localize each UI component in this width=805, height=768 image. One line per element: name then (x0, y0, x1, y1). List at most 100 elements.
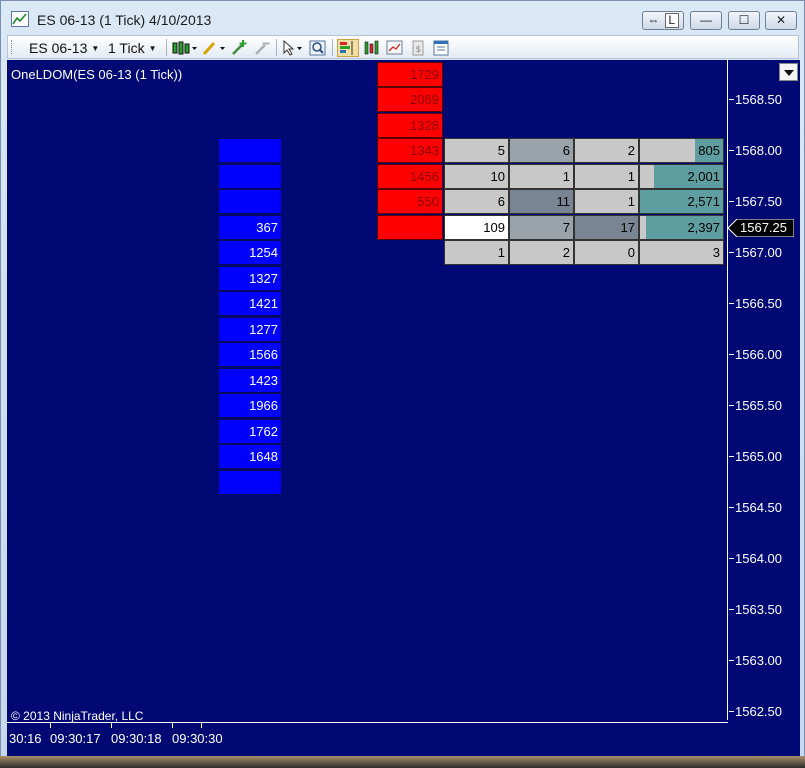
toolbar-separator (332, 39, 333, 56)
price-axis-label: 1565.00 (729, 450, 782, 464)
ask-size-cell[interactable]: 1328 (377, 112, 443, 138)
price-axis-label: 1563.00 (729, 654, 782, 668)
desktop-background-strip (0, 756, 805, 768)
instrument-label: ES 06-13 (29, 40, 88, 56)
price-axis-label: 1567.00 (729, 246, 782, 260)
volume-cell: 109 (444, 214, 509, 240)
close-icon: ✕ (775, 13, 787, 27)
volume-cell: 1 (444, 240, 509, 266)
bid-size-cell[interactable]: 1762 (218, 418, 282, 444)
price-axis-label: 1564.00 (729, 552, 782, 566)
remove-indicator-icon[interactable] (253, 39, 271, 57)
link-label: L (664, 13, 679, 28)
price-axis-label: 1568.50 (729, 93, 782, 107)
maximize-button[interactable]: ☐ (728, 11, 760, 30)
bid-size-cell[interactable] (218, 189, 282, 215)
volume-cell: 2 (574, 138, 639, 164)
ask-size-cell[interactable]: 1456 (377, 163, 443, 189)
ask-size-cell[interactable]: 1729 (377, 61, 443, 87)
price-axis-label: 1566.50 (729, 297, 782, 311)
current-price-label: 1567.25 (740, 220, 787, 235)
bid-size-cell[interactable]: 367 (218, 214, 282, 240)
window-title: ES 06-13 (1 Tick) 4/10/2013 (37, 12, 212, 28)
bid-size-cell[interactable]: 1327 (218, 265, 282, 291)
time-axis-label: 30:16 (9, 731, 42, 746)
link-arrows-icon: ⇔ (647, 13, 660, 27)
dom-icon[interactable] (337, 39, 359, 57)
volume-cell: 5 (444, 138, 509, 164)
volume-cell: 10 (444, 163, 509, 189)
interval-selector[interactable]: 1 Tick ▼ (108, 39, 157, 57)
chevron-down-icon: ▼ (91, 44, 100, 53)
indicator-title: OneLDOM(ES 06-13 (1 Tick)) (11, 67, 183, 82)
chart-menu-button[interactable] (779, 63, 798, 81)
time-axis-tick (172, 723, 173, 728)
ask-size-cell[interactable]: 1343 (377, 138, 443, 164)
bid-size-cell[interactable]: 1423 (218, 367, 282, 393)
link-button[interactable]: ⇔ L (642, 11, 684, 30)
bid-size-cell[interactable]: 1648 (218, 444, 282, 470)
bars-icon[interactable] (363, 39, 381, 57)
ask-size-cell[interactable] (377, 214, 443, 240)
volume-cell: 7 (509, 214, 574, 240)
price-axis-label: 1565.50 (729, 399, 782, 413)
time-axis-tick (201, 723, 202, 728)
bid-size-cell[interactable]: 1966 (218, 393, 282, 419)
volume-cell: 1 (509, 163, 574, 189)
toolbar-separator (276, 39, 277, 56)
add-indicator-icon[interactable] (230, 39, 248, 57)
volume-cell: 1 (574, 189, 639, 215)
price-axis-label: 1564.50 (729, 501, 782, 515)
volume-cell: 6 (509, 138, 574, 164)
instrument-selector[interactable]: ES 06-13 ▼ (29, 39, 99, 57)
data-box-icon[interactable]: $ (409, 39, 427, 57)
time-axis-tick (50, 723, 51, 728)
price-axis-label: 1563.50 (729, 603, 782, 617)
bid-size-cell[interactable]: 1277 (218, 316, 282, 342)
bid-size-cell[interactable]: 1566 (218, 342, 282, 368)
volume-cell: 11 (509, 189, 574, 215)
volume-cell: 1 (574, 163, 639, 189)
total-volume-cell: 2,397 (639, 214, 724, 240)
copyright-text: © 2013 NinjaTrader, LLC (11, 709, 144, 723)
total-volume-cell: 3 (639, 240, 724, 266)
properties-icon[interactable] (432, 39, 450, 57)
bid-size-cell[interactable]: 1421 (218, 291, 282, 317)
chart-panel[interactable]: OneLDOM(ES 06-13 (1 Tick)) 1729 2069 1328 1… (7, 60, 800, 757)
candlestick-icon[interactable] (171, 39, 199, 57)
title-bar[interactable]: ES 06-13 (1 Tick) 4/10/2013 ⇔ L — ☐ ✕ (1, 1, 804, 37)
minimize-icon: — (700, 13, 712, 27)
volume-cell: 6 (444, 189, 509, 215)
chevron-down-icon: ▼ (148, 44, 157, 53)
close-button[interactable]: ✕ (765, 11, 797, 30)
toolbar-separator (166, 39, 167, 56)
pencil-icon[interactable] (201, 39, 227, 57)
price-axis-label: 1568.00 (729, 144, 782, 158)
chart-toolbar: ES 06-13 ▼ 1 Tick ▼ $ (7, 35, 799, 59)
chart-app-icon (11, 11, 29, 27)
time-axis-label: 09:30:17 (50, 731, 101, 746)
chart-style-icon[interactable] (386, 39, 404, 57)
time-axis-label: 09:30:18 (111, 731, 162, 746)
ask-size-cell[interactable]: 2069 (377, 87, 443, 113)
time-axis-label: 09:30:30 (172, 731, 223, 746)
total-volume-cell: 805 (639, 138, 724, 164)
volume-cell: 2 (509, 240, 574, 266)
volume-cell: 0 (574, 240, 639, 266)
cursor-icon[interactable] (281, 39, 305, 57)
total-volume-cell: 2,001 (639, 163, 724, 189)
maximize-icon: ☐ (738, 13, 750, 27)
bid-size-cell[interactable]: 1254 (218, 240, 282, 266)
price-axis-label: 1566.00 (729, 348, 782, 362)
bid-size-cell[interactable] (218, 138, 282, 164)
price-axis-label: 1562.50 (729, 705, 782, 719)
time-axis-tick (111, 723, 112, 728)
bid-size-cell[interactable] (218, 469, 282, 495)
minimize-button[interactable]: — (690, 11, 722, 30)
ask-size-cell[interactable]: 550 (377, 189, 443, 215)
volume-cell: 17 (574, 214, 639, 240)
interval-label: 1 Tick (108, 40, 145, 56)
toolbar-grip[interactable] (11, 40, 15, 54)
zoom-icon[interactable] (309, 39, 327, 57)
bid-size-cell[interactable] (218, 163, 282, 189)
